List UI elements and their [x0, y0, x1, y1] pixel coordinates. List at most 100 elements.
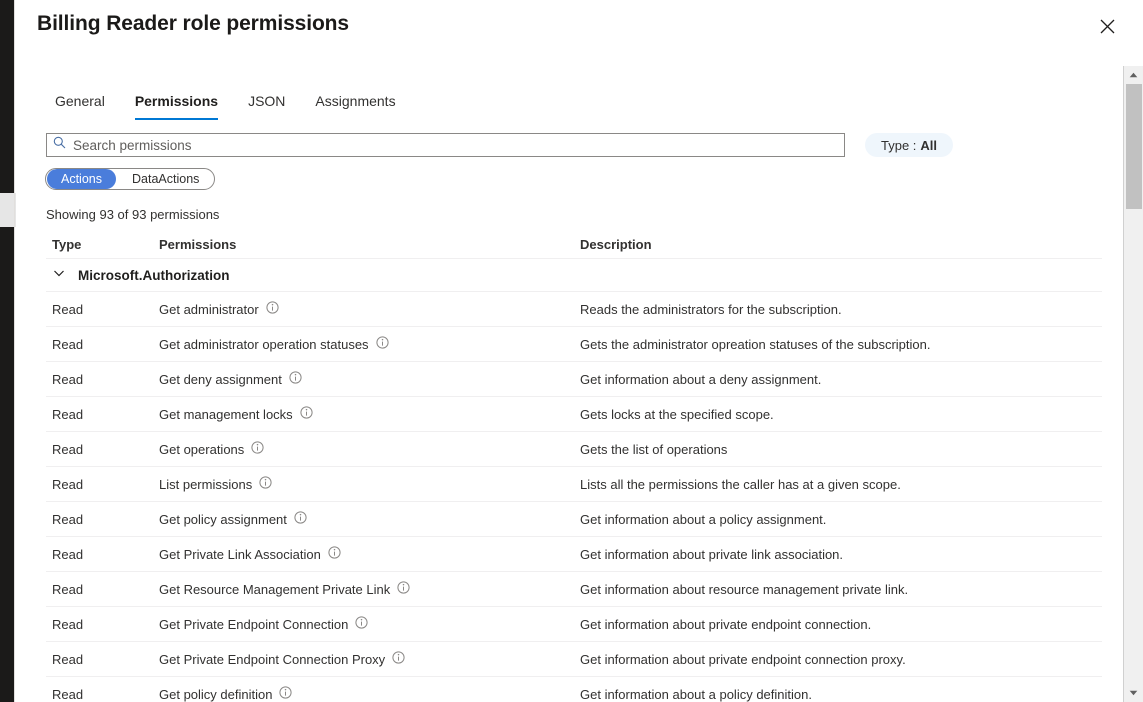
permission-label: Get Private Endpoint Connection [159, 616, 349, 632]
table-row[interactable]: Read Get operations Gets the list of opera… [46, 432, 1102, 467]
permissions-table: Type Permissions Description Microsoft.A… [46, 231, 1102, 702]
table-row[interactable]: Read Get Resource Management Private Link… [46, 572, 1102, 607]
cell-permission: Get deny assignment [159, 371, 580, 387]
permission-label: Get deny assignment [159, 371, 282, 387]
cell-description: Get information about a policy definitio… [580, 686, 812, 702]
table-body: Read Get administrator Reads the administr… [46, 292, 1102, 702]
info-icon[interactable] [300, 406, 313, 422]
cell-type: Read [52, 441, 84, 457]
info-icon[interactable] [375, 336, 389, 352]
permission-label: Get management locks [159, 406, 293, 422]
info-icon[interactable] [355, 616, 368, 632]
cell-description: Get information about resource managemen… [580, 581, 909, 597]
cell-type: Read [52, 546, 84, 562]
column-header-permissions: Permissions [159, 237, 237, 252]
cell-type: Read [52, 476, 84, 492]
type-filter-pill[interactable]: Type : All [865, 133, 954, 157]
toggle-actions[interactable]: Actions [47, 169, 116, 189]
cell-description: Lists all the permissions the caller has… [580, 476, 901, 492]
scrollbar-up-arrow[interactable] [1124, 66, 1143, 84]
table-row[interactable]: Read Get policy definition Get information… [46, 677, 1102, 702]
info-icon[interactable] [259, 476, 272, 492]
cell-type: Read [52, 651, 84, 667]
tab-permissions[interactable]: Permissions [120, 90, 233, 120]
cell-type: Read [52, 686, 84, 702]
table-row[interactable]: Read List permissions Lists all the permis… [46, 467, 1102, 502]
search-input[interactable] [73, 135, 838, 155]
tab-permissions-label: Permissions [134, 93, 219, 109]
cell-permission: Get Private Endpoint Connection [159, 616, 580, 632]
close-icon [1100, 19, 1115, 34]
cell-type: Read [52, 511, 84, 527]
cell-type: Read [52, 406, 84, 422]
table-row[interactable]: Read Get Private Endpoint Connection Get i… [46, 607, 1102, 642]
table-row[interactable]: Read Get administrator Reads the administr… [46, 292, 1102, 327]
showing-count: Showing 93 of 93 permissions [46, 207, 220, 222]
column-header-description: Description [580, 237, 652, 252]
info-icon[interactable] [392, 651, 405, 667]
chevron-down-icon [52, 266, 66, 285]
cell-permission: Get Private Link Association [159, 546, 580, 562]
permission-label: Get policy assignment [159, 511, 287, 527]
tab-json[interactable]: JSON [233, 90, 300, 120]
cell-description: Get information about a policy assignmen… [580, 511, 827, 527]
info-icon[interactable] [279, 686, 293, 702]
cell-description: Get information about a deny assignment. [580, 371, 822, 387]
cell-description: Gets the administrator opreation statuse… [580, 336, 931, 352]
scrollbar-thumb[interactable] [1126, 84, 1142, 209]
column-header-type: Type [52, 237, 82, 252]
cell-permission: List permissions [159, 476, 580, 492]
info-icon[interactable] [397, 581, 410, 597]
cell-permission: Get policy assignment [159, 511, 580, 527]
tab-general[interactable]: General [40, 90, 120, 120]
cell-permission: Get operations [159, 441, 580, 457]
table-row[interactable]: Read Get administrator operation statuses… [46, 327, 1102, 362]
permission-label: Get Private Link Association [159, 546, 321, 562]
permission-label: Get administrator operation statuses [159, 336, 369, 352]
info-icon[interactable] [266, 301, 279, 317]
cell-permission: Get administrator operation statuses [159, 336, 580, 352]
cell-description: Reads the administrators for the subscri… [580, 301, 842, 317]
cell-permission: Get policy definition [159, 686, 580, 702]
tab-bar: General Permissions JSON Assignments [40, 90, 411, 120]
info-icon[interactable] [294, 511, 307, 527]
permissions-blade: Billing Reader role permissions General … [0, 0, 1143, 702]
provider-group-name: Microsoft.Authorization [78, 267, 230, 283]
tab-json-label: JSON [248, 93, 286, 109]
info-icon[interactable] [328, 546, 341, 562]
cell-permission: Get management locks [159, 406, 580, 422]
cell-description: Get information about private link assoc… [580, 546, 844, 562]
page-title: Billing Reader role permissions [37, 12, 349, 35]
table-header-row: Type Permissions Description [46, 231, 1102, 258]
cell-description: Gets the list of operations [580, 441, 728, 457]
permission-label: Get administrator [159, 301, 259, 317]
vertical-scrollbar[interactable] [1123, 66, 1143, 702]
provider-group-header[interactable]: Microsoft.Authorization [46, 258, 1102, 292]
cell-description: Get information about private endpoint c… [580, 651, 906, 667]
search-box[interactable] [46, 133, 845, 157]
permission-label: Get Private Endpoint Connection Proxy [159, 651, 386, 667]
cell-permission: Get Private Endpoint Connection Proxy [159, 651, 580, 667]
scrollbar-down-arrow[interactable] [1124, 684, 1143, 702]
toggle-dataactions-label: DataActions [132, 172, 200, 186]
table-row[interactable]: Read Get policy assignment Get information… [46, 502, 1102, 537]
table-row[interactable]: Read Get management locks Gets locks at th… [46, 397, 1102, 432]
close-button[interactable] [1092, 11, 1122, 41]
type-filter-value: All [920, 137, 938, 153]
cell-type: Read [52, 301, 84, 317]
permission-label: List permissions [159, 476, 253, 492]
tab-assignments[interactable]: Assignments [300, 90, 410, 120]
search-icon [53, 136, 66, 154]
tab-assignments-label: Assignments [315, 93, 396, 109]
info-icon[interactable] [251, 441, 264, 457]
info-icon[interactable] [289, 371, 302, 387]
toggle-dataactions[interactable]: DataActions [118, 169, 213, 189]
table-row[interactable]: Read Get Private Link Association Get info… [46, 537, 1102, 572]
cell-permission: Get Resource Management Private Link [159, 581, 580, 597]
actions-toggle-group: Actions DataActions [45, 168, 216, 190]
permission-label: Get operations [159, 441, 245, 457]
cell-permission: Get administrator [159, 301, 580, 317]
table-row[interactable]: Read Get Private Endpoint Connection Prox… [46, 642, 1102, 677]
table-row[interactable]: Read Get deny assignment Get information a… [46, 362, 1102, 397]
toggle-actions-label: Actions [61, 172, 102, 186]
